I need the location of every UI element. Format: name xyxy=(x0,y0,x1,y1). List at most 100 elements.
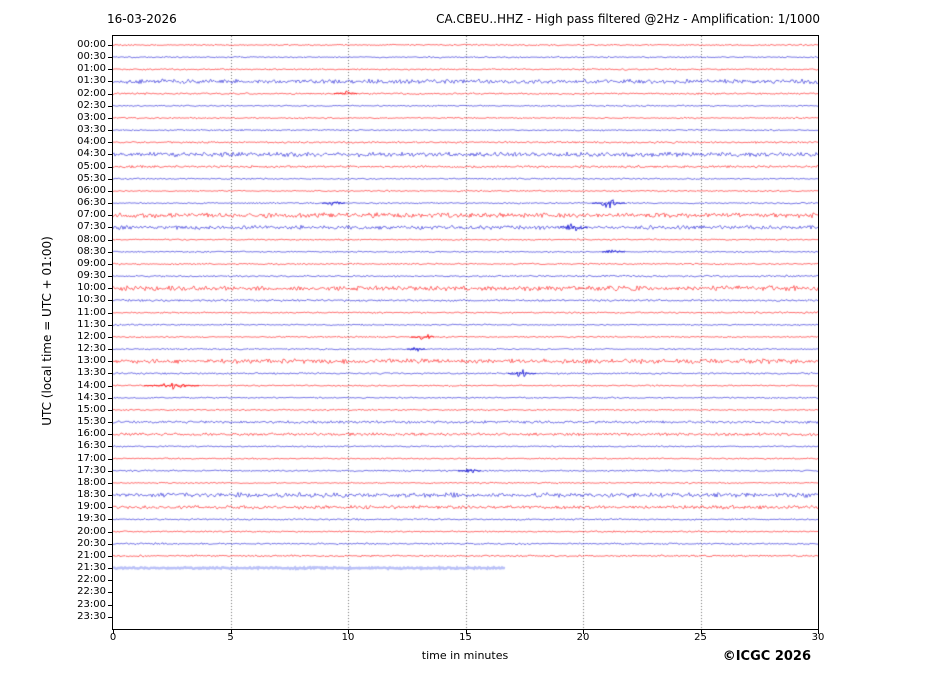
y-tick-label: 13:00 xyxy=(46,356,106,366)
y-tick-label: 17:00 xyxy=(46,454,106,464)
y-tick-mark xyxy=(108,507,112,508)
y-tick-mark xyxy=(108,519,112,520)
y-tick-label: 07:30 xyxy=(46,222,106,232)
y-tick-label: 16:30 xyxy=(46,441,106,451)
copyright-text: ©ICGC 2026 xyxy=(723,649,811,664)
y-tick-mark xyxy=(108,459,112,460)
y-tick-mark xyxy=(108,532,112,533)
y-tick-label: 12:30 xyxy=(46,344,106,354)
x-tick-label: 30 xyxy=(800,633,836,643)
y-tick-label: 08:00 xyxy=(46,235,106,245)
y-tick-label: 04:00 xyxy=(46,137,106,147)
y-tick-label: 21:30 xyxy=(46,563,106,573)
y-tick-label: 15:30 xyxy=(46,417,106,427)
y-tick-label: 20:00 xyxy=(46,527,106,537)
y-tick-label: 19:00 xyxy=(46,502,106,512)
y-tick-mark xyxy=(108,386,112,387)
y-tick-mark xyxy=(108,57,112,58)
y-tick-mark xyxy=(108,154,112,155)
y-tick-mark xyxy=(108,45,112,46)
y-tick-label: 11:30 xyxy=(46,320,106,330)
y-tick-label: 11:00 xyxy=(46,308,106,318)
x-tick-label: 0 xyxy=(95,633,131,643)
y-tick-mark xyxy=(108,94,112,95)
y-tick-label: 02:00 xyxy=(46,89,106,99)
x-tick-mark xyxy=(113,630,114,634)
y-tick-label: 12:00 xyxy=(46,332,106,342)
plot-date: 16-03-2026 xyxy=(107,12,177,26)
y-tick-label: 17:30 xyxy=(46,466,106,476)
y-tick-label: 21:00 xyxy=(46,551,106,561)
y-tick-mark xyxy=(108,288,112,289)
y-tick-label: 18:00 xyxy=(46,478,106,488)
y-tick-mark xyxy=(108,313,112,314)
x-tick-label: 5 xyxy=(213,633,249,643)
y-tick-label: 05:30 xyxy=(46,174,106,184)
y-tick-label: 09:00 xyxy=(46,259,106,269)
y-tick-mark xyxy=(108,410,112,411)
y-tick-label: 04:30 xyxy=(46,149,106,159)
y-tick-label: 18:30 xyxy=(46,490,106,500)
x-tick-mark xyxy=(818,630,819,634)
y-tick-label: 14:00 xyxy=(46,381,106,391)
y-tick-mark xyxy=(108,264,112,265)
y-tick-mark xyxy=(108,167,112,168)
y-tick-mark xyxy=(108,81,112,82)
y-tick-label: 15:00 xyxy=(46,405,106,415)
y-tick-label: 19:30 xyxy=(46,514,106,524)
helicorder-canvas xyxy=(113,36,818,629)
y-tick-label: 03:30 xyxy=(46,125,106,135)
y-tick-mark xyxy=(108,130,112,131)
y-tick-label: 05:00 xyxy=(46,162,106,172)
y-tick-label: 14:30 xyxy=(46,393,106,403)
x-tick-label: 25 xyxy=(683,633,719,643)
y-tick-mark xyxy=(108,398,112,399)
x-tick-label: 15 xyxy=(448,633,484,643)
x-tick-label: 10 xyxy=(330,633,366,643)
y-tick-mark xyxy=(108,203,112,204)
x-tick-label: 20 xyxy=(565,633,601,643)
y-tick-label: 23:30 xyxy=(46,612,106,622)
y-tick-mark xyxy=(108,568,112,569)
y-tick-label: 01:30 xyxy=(46,76,106,86)
y-tick-mark xyxy=(108,605,112,606)
y-tick-mark xyxy=(108,580,112,581)
y-tick-label: 02:30 xyxy=(46,101,106,111)
y-tick-mark xyxy=(108,252,112,253)
y-tick-mark xyxy=(108,349,112,350)
y-tick-label: 10:30 xyxy=(46,295,106,305)
y-tick-mark xyxy=(108,422,112,423)
y-tick-label: 23:00 xyxy=(46,600,106,610)
y-tick-label: 10:00 xyxy=(46,283,106,293)
plot-title: CA.CBEU..HHZ - High pass filtered @2Hz -… xyxy=(436,12,820,26)
helicorder-page: 16-03-2026 CA.CBEU..HHZ - High pass filt… xyxy=(0,0,927,696)
y-tick-mark xyxy=(108,361,112,362)
y-tick-mark xyxy=(108,483,112,484)
x-axis-label: time in minutes xyxy=(364,649,566,662)
y-tick-mark xyxy=(108,300,112,301)
y-tick-mark xyxy=(108,106,112,107)
y-tick-mark xyxy=(108,495,112,496)
x-tick-mark xyxy=(466,630,467,634)
x-tick-mark xyxy=(701,630,702,634)
y-tick-label: 09:30 xyxy=(46,271,106,281)
y-tick-mark xyxy=(108,617,112,618)
y-tick-mark xyxy=(108,240,112,241)
x-tick-mark xyxy=(583,630,584,634)
x-tick-mark xyxy=(231,630,232,634)
y-tick-label: 16:00 xyxy=(46,429,106,439)
y-tick-mark xyxy=(108,118,112,119)
y-tick-mark xyxy=(108,544,112,545)
y-tick-mark xyxy=(108,142,112,143)
y-tick-label: 03:00 xyxy=(46,113,106,123)
y-tick-mark xyxy=(108,373,112,374)
y-tick-mark xyxy=(108,556,112,557)
y-tick-mark xyxy=(108,179,112,180)
y-tick-label: 01:00 xyxy=(46,64,106,74)
y-tick-mark xyxy=(108,276,112,277)
y-tick-label: 22:30 xyxy=(46,587,106,597)
x-tick-mark xyxy=(348,630,349,634)
y-tick-mark xyxy=(108,325,112,326)
y-tick-mark xyxy=(108,434,112,435)
y-tick-label: 13:30 xyxy=(46,368,106,378)
